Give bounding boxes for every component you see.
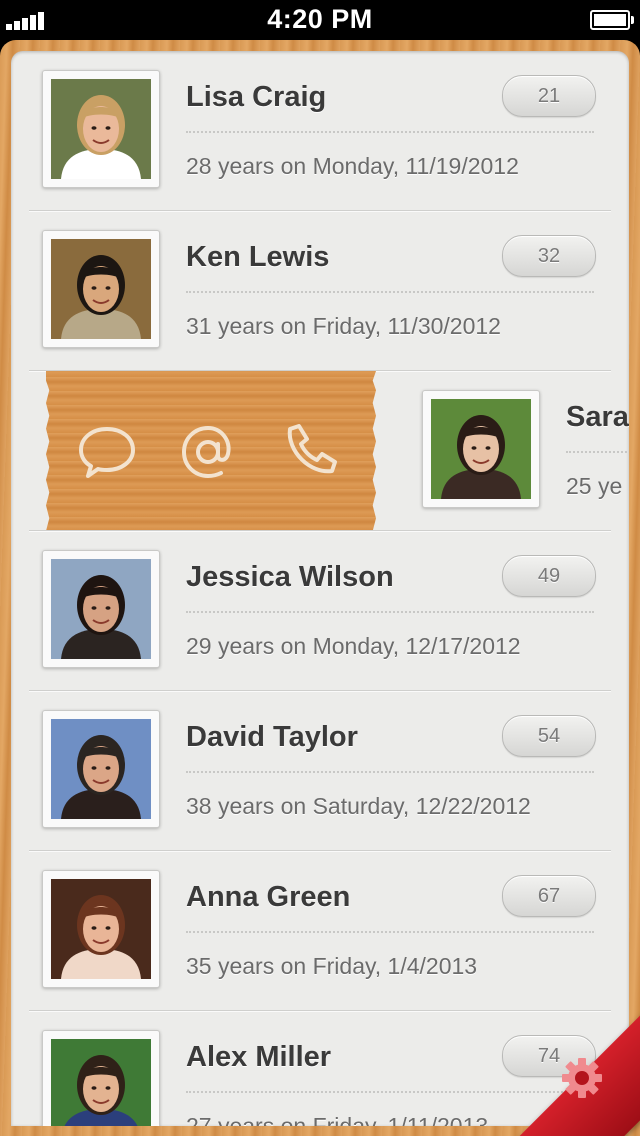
status-bar: 4:20 PM: [0, 0, 640, 40]
list-item[interactable]: Lisa Craig 21 28 years on Monday, 11/19/…: [11, 51, 629, 211]
list-item[interactable]: Ken Lewis 32 31 years on Friday, 11/30/2…: [11, 211, 629, 371]
settings-ribbon[interactable]: [470, 966, 640, 1136]
avatar: [42, 550, 160, 668]
avatar: [42, 70, 160, 188]
contact-birthday: 29 years on Monday, 12/17/2012: [186, 633, 521, 659]
gear-icon[interactable]: [560, 1056, 604, 1100]
contact-name: Alex Miller: [186, 1041, 332, 1073]
count-badge: 32: [502, 235, 596, 277]
dotted-divider: [186, 131, 594, 133]
contact-birthday: 31 years on Friday, 11/30/2012: [186, 313, 501, 339]
list-item[interactable]: Jessica Wilson 49 29 years on Monday, 12…: [11, 531, 629, 691]
count-badge: 21: [502, 75, 596, 117]
dotted-divider: [186, 771, 594, 773]
contact-birthday: 38 years on Saturday, 12/22/2012: [186, 793, 531, 819]
status-time: 4:20 PM: [267, 4, 373, 34]
dotted-divider: [186, 611, 594, 613]
battery-icon: [590, 10, 634, 30]
contact-name: Lisa Craig: [186, 81, 327, 113]
at-sign-icon[interactable]: [175, 419, 241, 485]
swipe-action-tray: [46, 371, 376, 531]
contact-birthday: 25 ye: [566, 473, 623, 499]
contact-name: David Taylor: [186, 721, 358, 753]
avatar: [42, 230, 160, 348]
avatar: [42, 870, 160, 988]
contact-name: Anna Green: [186, 881, 351, 913]
list-item[interactable]: David Taylor 54 38 years on Saturday, 12…: [11, 691, 629, 851]
contact-name: Jessica Wilson: [186, 561, 394, 593]
contact-birthday: 28 years on Monday, 11/19/2012: [186, 153, 519, 179]
chat-bubble-icon[interactable]: [74, 419, 140, 485]
list-item-swiped[interactable]: Sara 25 ye: [11, 371, 629, 531]
contact-birthday: 35 years on Friday, 1/4/2013: [186, 953, 478, 979]
contact-list[interactable]: Lisa Craig 21 28 years on Monday, 11/19/…: [11, 51, 629, 1126]
contact-birthday: 27 years on Friday, 1/11/2013: [186, 1113, 489, 1126]
dotted-divider: [186, 291, 594, 293]
dotted-divider: [186, 931, 594, 933]
avatar: [42, 1030, 160, 1126]
count-badge: 49: [502, 555, 596, 597]
count-badge: 54: [502, 715, 596, 757]
dotted-divider: [566, 451, 629, 453]
phone-icon[interactable]: [276, 419, 342, 485]
contact-name: Ken Lewis: [186, 241, 330, 273]
avatar: [42, 710, 160, 828]
count-badge: 67: [502, 875, 596, 917]
contact-name: Sara: [566, 401, 629, 433]
avatar: [422, 390, 540, 508]
